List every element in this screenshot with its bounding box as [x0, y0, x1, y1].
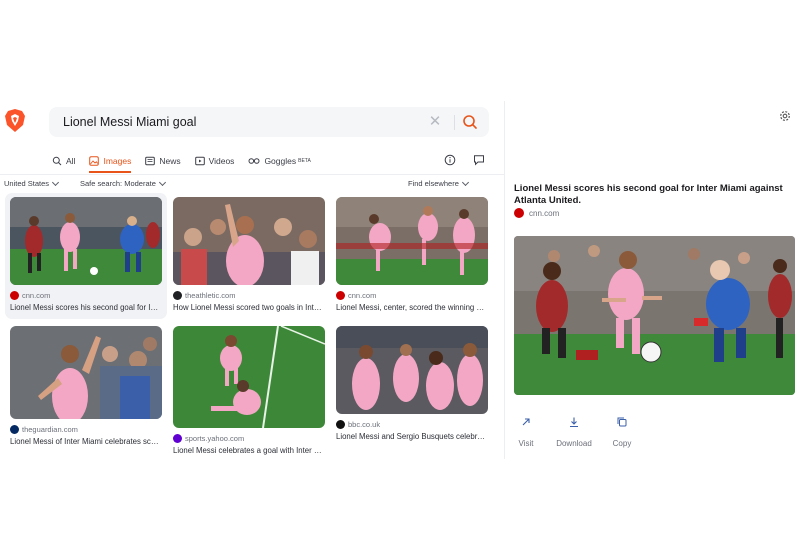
result-source: theathletic.com [173, 290, 325, 300]
result-source: theguardian.com [10, 424, 162, 434]
image-result[interactable]: cnn.com Lionel Messi, center, scored the… [336, 197, 488, 312]
result-source: bbc.co.uk [336, 419, 488, 429]
visit-label: Visit [518, 439, 534, 448]
search-icon[interactable] [461, 113, 479, 131]
result-source: cnn.com [10, 290, 162, 300]
result-title[interactable]: How Lionel Messi scored two goals in Int… [173, 303, 325, 312]
result-thumbnail[interactable] [336, 197, 488, 285]
feedback-icon[interactable] [473, 154, 485, 166]
result-title[interactable]: Lionel Messi, center, scored the winning… [336, 303, 488, 312]
filter-bar: United States Safe search: Moderate Find… [0, 178, 504, 193]
result-source-text: bbc.co.uk [348, 419, 381, 429]
detail-image[interactable] [514, 236, 795, 395]
beta-badge: BETA [298, 158, 311, 164]
chevron-down-icon [51, 178, 60, 186]
cnn-favicon-icon [514, 208, 524, 218]
result-source: cnn.com [336, 290, 488, 300]
tab-images[interactable]: Images [89, 152, 132, 173]
result-title[interactable]: Lionel Messi celebrates a goal with Inte… [173, 446, 325, 455]
result-thumbnail[interactable] [173, 197, 325, 285]
tab-label: Videos [208, 156, 235, 166]
visit-button[interactable]: Visit [513, 411, 539, 448]
result-source-text: cnn.com [22, 290, 51, 300]
copy-label: Copy [612, 439, 632, 448]
image-result[interactable]: theathletic.com How Lionel Messi scored … [173, 197, 325, 312]
goggles-icon [248, 158, 260, 164]
image-icon [89, 156, 100, 166]
tab-all[interactable]: All [52, 152, 75, 170]
search-input[interactable] [63, 107, 413, 137]
download-label: Download [556, 439, 592, 448]
region-dropdown[interactable]: United States [4, 178, 60, 188]
tab-label: All [66, 156, 76, 166]
result-source-text: cnn.com [348, 290, 377, 300]
safe-search-dropdown[interactable]: Safe search: Moderate [80, 178, 166, 188]
tab-label: News [159, 156, 181, 166]
cnn-favicon-icon [10, 290, 19, 300]
search-icon [52, 156, 62, 166]
cnn-favicon-icon [336, 290, 345, 300]
result-title[interactable]: Lionel Messi scores his second goal for … [10, 303, 162, 312]
search-tabs: All Images News Videos Goggles BETA [52, 152, 325, 173]
safe-search-label: Safe search: Moderate [80, 179, 156, 188]
guardian-favicon-icon [10, 424, 19, 434]
yahoo-favicon-icon [173, 433, 182, 443]
result-source-text: theathletic.com [185, 290, 236, 300]
chevron-down-icon [461, 178, 469, 186]
image-result[interactable]: cnn.com Lionel Messi scores his second g… [10, 197, 162, 312]
info-icon[interactable] [444, 154, 456, 166]
video-icon [194, 156, 205, 166]
search-app: ✕ All Images News Videos Goggles [0, 101, 800, 459]
tab-videos[interactable]: Videos [194, 152, 235, 170]
detail-source-text: cnn.com [529, 208, 560, 218]
athletic-favicon-icon [173, 290, 182, 300]
settings-gear-icon[interactable] [778, 109, 792, 123]
news-icon [145, 156, 156, 166]
copy-icon [611, 411, 633, 433]
result-thumbnail[interactable] [10, 326, 162, 419]
clear-search-icon[interactable]: ✕ [427, 114, 443, 130]
detail-title: Lionel Messi scores his second goal for … [514, 183, 783, 206]
image-result[interactable]: theguardian.com Lionel Messi of Inter Mi… [10, 326, 162, 446]
result-source-text: theguardian.com [22, 424, 78, 434]
result-thumbnail[interactable] [336, 326, 488, 414]
copy-button[interactable]: Copy [609, 411, 635, 448]
download-icon [563, 411, 585, 433]
search-box: ✕ [49, 107, 489, 137]
image-result[interactable]: sports.yahoo.com Lionel Messi celebrates… [173, 326, 325, 455]
download-button[interactable]: Download [552, 411, 596, 448]
detail-source[interactable]: cnn.com [514, 208, 559, 218]
result-source-text: sports.yahoo.com [185, 433, 245, 443]
tab-label: Goggles [264, 156, 297, 166]
external-link-icon [515, 411, 537, 433]
find-elsewhere-label: Find elsewhere [408, 179, 459, 188]
result-thumbnail[interactable] [10, 197, 162, 285]
result-title[interactable]: Lionel Messi of Inter Miami celebrates s… [10, 437, 162, 446]
search-divider [454, 115, 455, 130]
region-label: United States [4, 179, 50, 188]
result-thumbnail[interactable] [173, 326, 325, 428]
tab-news[interactable]: News [145, 152, 181, 170]
bbc-favicon-icon [336, 419, 345, 429]
tab-label: Images [103, 156, 132, 166]
result-title[interactable]: Lionel Messi and Sergio Busquets celebra… [336, 432, 488, 441]
tab-goggles[interactable]: Goggles BETA [248, 152, 311, 170]
image-result[interactable]: bbc.co.uk Lionel Messi and Sergio Busque… [336, 326, 488, 441]
tabs-divider [0, 174, 504, 175]
find-elsewhere-dropdown[interactable]: Find elsewhere [408, 178, 469, 188]
chevron-down-icon [158, 178, 166, 186]
brave-logo-icon[interactable] [4, 108, 26, 133]
result-source: sports.yahoo.com [173, 433, 325, 443]
